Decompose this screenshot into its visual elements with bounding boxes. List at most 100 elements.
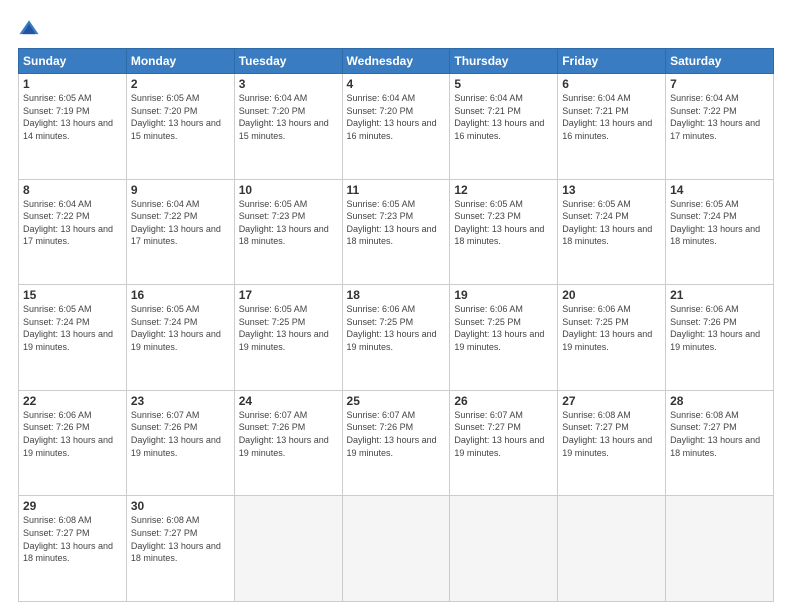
day-info: Sunrise: 6:06 AMSunset: 7:26 PMDaylight:…	[670, 303, 769, 353]
day-info: Sunrise: 6:06 AMSunset: 7:25 PMDaylight:…	[347, 303, 446, 353]
calendar-cell: 27Sunrise: 6:08 AMSunset: 7:27 PMDayligh…	[558, 390, 666, 496]
day-number: 1	[23, 77, 122, 91]
day-header-saturday: Saturday	[666, 49, 774, 74]
day-number: 5	[454, 77, 553, 91]
day-info: Sunrise: 6:04 AMSunset: 7:20 PMDaylight:…	[347, 92, 446, 142]
day-number: 23	[131, 394, 230, 408]
calendar-cell: 23Sunrise: 6:07 AMSunset: 7:26 PMDayligh…	[126, 390, 234, 496]
day-number: 25	[347, 394, 446, 408]
header	[18, 18, 774, 40]
day-info: Sunrise: 6:07 AMSunset: 7:26 PMDaylight:…	[239, 409, 338, 459]
day-number: 24	[239, 394, 338, 408]
calendar-cell: 5Sunrise: 6:04 AMSunset: 7:21 PMDaylight…	[450, 74, 558, 180]
calendar-cell: 14Sunrise: 6:05 AMSunset: 7:24 PMDayligh…	[666, 179, 774, 285]
day-number: 18	[347, 288, 446, 302]
day-info: Sunrise: 6:04 AMSunset: 7:22 PMDaylight:…	[23, 198, 122, 248]
calendar-cell: 22Sunrise: 6:06 AMSunset: 7:26 PMDayligh…	[19, 390, 127, 496]
day-info: Sunrise: 6:04 AMSunset: 7:20 PMDaylight:…	[239, 92, 338, 142]
day-info: Sunrise: 6:07 AMSunset: 7:27 PMDaylight:…	[454, 409, 553, 459]
logo-icon	[18, 18, 40, 40]
day-number: 8	[23, 183, 122, 197]
day-info: Sunrise: 6:05 AMSunset: 7:24 PMDaylight:…	[562, 198, 661, 248]
day-number: 9	[131, 183, 230, 197]
calendar-cell	[342, 496, 450, 602]
day-info: Sunrise: 6:08 AMSunset: 7:27 PMDaylight:…	[23, 514, 122, 564]
calendar-week-5: 29Sunrise: 6:08 AMSunset: 7:27 PMDayligh…	[19, 496, 774, 602]
day-number: 30	[131, 499, 230, 513]
day-info: Sunrise: 6:08 AMSunset: 7:27 PMDaylight:…	[131, 514, 230, 564]
day-info: Sunrise: 6:05 AMSunset: 7:23 PMDaylight:…	[239, 198, 338, 248]
day-info: Sunrise: 6:05 AMSunset: 7:24 PMDaylight:…	[23, 303, 122, 353]
day-header-friday: Friday	[558, 49, 666, 74]
calendar-cell: 13Sunrise: 6:05 AMSunset: 7:24 PMDayligh…	[558, 179, 666, 285]
day-number: 11	[347, 183, 446, 197]
calendar-cell: 28Sunrise: 6:08 AMSunset: 7:27 PMDayligh…	[666, 390, 774, 496]
day-info: Sunrise: 6:05 AMSunset: 7:24 PMDaylight:…	[670, 198, 769, 248]
day-info: Sunrise: 6:08 AMSunset: 7:27 PMDaylight:…	[670, 409, 769, 459]
calendar-cell: 3Sunrise: 6:04 AMSunset: 7:20 PMDaylight…	[234, 74, 342, 180]
day-number: 15	[23, 288, 122, 302]
day-info: Sunrise: 6:05 AMSunset: 7:25 PMDaylight:…	[239, 303, 338, 353]
day-info: Sunrise: 6:08 AMSunset: 7:27 PMDaylight:…	[562, 409, 661, 459]
day-number: 20	[562, 288, 661, 302]
calendar-cell: 9Sunrise: 6:04 AMSunset: 7:22 PMDaylight…	[126, 179, 234, 285]
day-info: Sunrise: 6:05 AMSunset: 7:24 PMDaylight:…	[131, 303, 230, 353]
calendar-cell: 24Sunrise: 6:07 AMSunset: 7:26 PMDayligh…	[234, 390, 342, 496]
day-info: Sunrise: 6:05 AMSunset: 7:20 PMDaylight:…	[131, 92, 230, 142]
page: SundayMondayTuesdayWednesdayThursdayFrid…	[0, 0, 792, 612]
calendar-cell	[234, 496, 342, 602]
calendar-week-1: 1Sunrise: 6:05 AMSunset: 7:19 PMDaylight…	[19, 74, 774, 180]
calendar-cell: 11Sunrise: 6:05 AMSunset: 7:23 PMDayligh…	[342, 179, 450, 285]
day-info: Sunrise: 6:05 AMSunset: 7:23 PMDaylight:…	[454, 198, 553, 248]
day-number: 7	[670, 77, 769, 91]
day-info: Sunrise: 6:06 AMSunset: 7:25 PMDaylight:…	[454, 303, 553, 353]
day-info: Sunrise: 6:05 AMSunset: 7:23 PMDaylight:…	[347, 198, 446, 248]
calendar-cell: 21Sunrise: 6:06 AMSunset: 7:26 PMDayligh…	[666, 285, 774, 391]
calendar-cell: 16Sunrise: 6:05 AMSunset: 7:24 PMDayligh…	[126, 285, 234, 391]
day-number: 10	[239, 183, 338, 197]
day-number: 14	[670, 183, 769, 197]
day-number: 6	[562, 77, 661, 91]
calendar-cell: 7Sunrise: 6:04 AMSunset: 7:22 PMDaylight…	[666, 74, 774, 180]
day-info: Sunrise: 6:06 AMSunset: 7:25 PMDaylight:…	[562, 303, 661, 353]
calendar-cell: 29Sunrise: 6:08 AMSunset: 7:27 PMDayligh…	[19, 496, 127, 602]
calendar-cell: 1Sunrise: 6:05 AMSunset: 7:19 PMDaylight…	[19, 74, 127, 180]
day-header-tuesday: Tuesday	[234, 49, 342, 74]
logo	[18, 18, 44, 40]
day-info: Sunrise: 6:07 AMSunset: 7:26 PMDaylight:…	[347, 409, 446, 459]
day-number: 13	[562, 183, 661, 197]
calendar-cell: 26Sunrise: 6:07 AMSunset: 7:27 PMDayligh…	[450, 390, 558, 496]
day-info: Sunrise: 6:04 AMSunset: 7:22 PMDaylight:…	[131, 198, 230, 248]
calendar-cell: 15Sunrise: 6:05 AMSunset: 7:24 PMDayligh…	[19, 285, 127, 391]
calendar-cell: 6Sunrise: 6:04 AMSunset: 7:21 PMDaylight…	[558, 74, 666, 180]
calendar-cell: 20Sunrise: 6:06 AMSunset: 7:25 PMDayligh…	[558, 285, 666, 391]
day-number: 22	[23, 394, 122, 408]
day-number: 28	[670, 394, 769, 408]
day-info: Sunrise: 6:04 AMSunset: 7:21 PMDaylight:…	[562, 92, 661, 142]
calendar-cell: 4Sunrise: 6:04 AMSunset: 7:20 PMDaylight…	[342, 74, 450, 180]
calendar-week-2: 8Sunrise: 6:04 AMSunset: 7:22 PMDaylight…	[19, 179, 774, 285]
day-header-wednesday: Wednesday	[342, 49, 450, 74]
day-number: 16	[131, 288, 230, 302]
day-number: 4	[347, 77, 446, 91]
day-header-sunday: Sunday	[19, 49, 127, 74]
calendar-cell: 12Sunrise: 6:05 AMSunset: 7:23 PMDayligh…	[450, 179, 558, 285]
calendar-cell: 10Sunrise: 6:05 AMSunset: 7:23 PMDayligh…	[234, 179, 342, 285]
calendar-cell: 19Sunrise: 6:06 AMSunset: 7:25 PMDayligh…	[450, 285, 558, 391]
calendar-cell	[666, 496, 774, 602]
day-number: 21	[670, 288, 769, 302]
calendar-cell: 2Sunrise: 6:05 AMSunset: 7:20 PMDaylight…	[126, 74, 234, 180]
calendar-table: SundayMondayTuesdayWednesdayThursdayFrid…	[18, 48, 774, 602]
day-number: 2	[131, 77, 230, 91]
calendar-cell: 17Sunrise: 6:05 AMSunset: 7:25 PMDayligh…	[234, 285, 342, 391]
calendar-cell: 30Sunrise: 6:08 AMSunset: 7:27 PMDayligh…	[126, 496, 234, 602]
day-number: 29	[23, 499, 122, 513]
calendar-cell	[558, 496, 666, 602]
day-number: 3	[239, 77, 338, 91]
calendar-cell: 18Sunrise: 6:06 AMSunset: 7:25 PMDayligh…	[342, 285, 450, 391]
day-number: 17	[239, 288, 338, 302]
calendar-cell	[450, 496, 558, 602]
day-header-thursday: Thursday	[450, 49, 558, 74]
day-info: Sunrise: 6:04 AMSunset: 7:21 PMDaylight:…	[454, 92, 553, 142]
calendar-header-row: SundayMondayTuesdayWednesdayThursdayFrid…	[19, 49, 774, 74]
